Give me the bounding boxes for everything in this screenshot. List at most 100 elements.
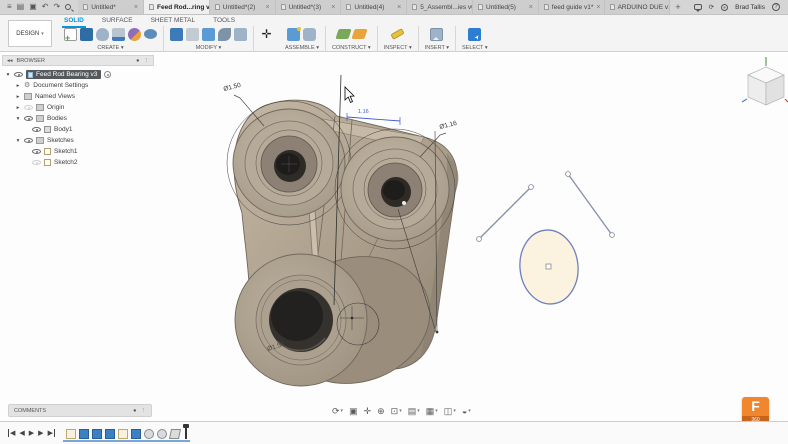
timeline-feature-extrude-icon[interactable] bbox=[79, 429, 89, 439]
redo-icon[interactable]: ↷ bbox=[54, 3, 61, 11]
shell-icon[interactable] bbox=[202, 28, 215, 41]
cylinder-icon[interactable] bbox=[96, 28, 109, 41]
step-forward-icon[interactable]: ▶ bbox=[38, 429, 43, 437]
timeline-feature-extrude-icon[interactable] bbox=[92, 429, 102, 439]
tree-item-origin[interactable]: ▸ Origin bbox=[2, 102, 154, 113]
timeline-feature-sketch-icon[interactable] bbox=[118, 429, 128, 439]
tree-item-sketches[interactable]: ▾ Sketches bbox=[2, 135, 154, 146]
tab-untitled-3[interactable]: Untitled*(3)× bbox=[276, 0, 342, 14]
timeline-feature-fillet-icon[interactable] bbox=[157, 429, 167, 439]
tab-close-icon[interactable]: × bbox=[266, 4, 270, 11]
twisty-icon[interactable]: ▾ bbox=[15, 138, 21, 144]
fillet-icon[interactable] bbox=[186, 28, 199, 41]
tree-item-sketch1[interactable]: Sketch1 bbox=[2, 146, 154, 157]
visibility-eye-icon[interactable] bbox=[32, 160, 41, 165]
inspect-menu[interactable]: INSPECT ▾ bbox=[384, 45, 412, 51]
twisty-icon[interactable]: ▸ bbox=[15, 105, 21, 111]
tree-item-document-settings[interactable]: ▸ ⚙ Document Settings bbox=[2, 80, 154, 91]
twisty-icon[interactable]: ▸ bbox=[15, 83, 21, 89]
fit-icon[interactable]: ⊡▾ bbox=[391, 406, 402, 417]
new-tab-button[interactable]: + bbox=[670, 0, 685, 14]
job-status-icon[interactable] bbox=[721, 4, 728, 11]
workspace-selector[interactable]: DESIGN ▾ bbox=[8, 20, 52, 47]
sphere-icon[interactable] bbox=[112, 28, 125, 41]
tab-close-icon[interactable]: × bbox=[529, 4, 533, 11]
collapse-icon[interactable]: ◂◂ bbox=[7, 58, 13, 64]
new-component-icon[interactable] bbox=[287, 28, 300, 41]
tab-untitled-4[interactable]: Untitled(4)× bbox=[341, 0, 407, 14]
kebab-menu-icon[interactable]: ⋮ bbox=[141, 408, 147, 414]
view-cube[interactable] bbox=[742, 57, 788, 105]
display-settings-icon[interactable]: ▤▾ bbox=[408, 406, 420, 417]
insert-canvas-icon[interactable] bbox=[430, 28, 443, 41]
visibility-eye-icon[interactable] bbox=[14, 72, 23, 77]
tab-untitled-5[interactable]: Untitled(5)× bbox=[473, 0, 539, 14]
tab-close-icon[interactable]: × bbox=[134, 4, 138, 11]
torus-icon[interactable] bbox=[128, 28, 141, 41]
tree-item-bodies[interactable]: ▾ Bodies bbox=[2, 113, 154, 124]
tab-assembly[interactable]: 5_Assembl...ies v6*× bbox=[407, 0, 473, 14]
coil-icon[interactable] bbox=[144, 29, 157, 39]
construct-menu[interactable]: CONSTRUCT ▾ bbox=[332, 45, 371, 51]
user-name[interactable]: Brad Tallis bbox=[735, 4, 765, 11]
combine-icon[interactable] bbox=[218, 28, 231, 41]
go-to-end-icon[interactable]: ▶ bbox=[48, 429, 55, 437]
offset-face-icon[interactable] bbox=[234, 28, 247, 41]
tree-item-named-views[interactable]: ▸ Named Views bbox=[2, 91, 154, 102]
look-at-icon[interactable]: ▣ bbox=[349, 406, 358, 417]
visibility-eye-icon[interactable] bbox=[24, 116, 33, 121]
tab-close-icon[interactable]: × bbox=[331, 4, 335, 11]
step-back-icon[interactable]: ◀ bbox=[19, 429, 24, 437]
twisty-icon[interactable]: ▾ bbox=[15, 116, 21, 122]
pan-icon[interactable]: ✛ bbox=[364, 406, 372, 417]
comments-bar[interactable]: COMMENTS ● ⋮ bbox=[8, 404, 152, 417]
timeline-feature-extrude-icon[interactable] bbox=[131, 429, 141, 439]
timeline-feature-fillet-icon[interactable] bbox=[144, 429, 154, 439]
timeline-feature-extrude-icon[interactable] bbox=[105, 429, 115, 439]
visibility-eye-icon[interactable] bbox=[24, 105, 33, 110]
browser-header[interactable]: ◂◂ BROWSER ● ⋮ bbox=[2, 55, 154, 66]
visibility-eye-icon[interactable] bbox=[24, 138, 33, 143]
joint-icon[interactable] bbox=[303, 28, 316, 41]
create-sketch-icon[interactable] bbox=[64, 28, 77, 41]
press-pull-icon[interactable] bbox=[170, 28, 183, 41]
go-to-start-icon[interactable]: ◀ bbox=[8, 429, 15, 437]
tree-root-document[interactable]: ▾ Feed Rod Bearing v3 bbox=[2, 69, 154, 80]
move-icon[interactable]: ✛ bbox=[260, 28, 273, 41]
offset-plane-icon[interactable] bbox=[335, 29, 351, 39]
measure-icon[interactable] bbox=[391, 28, 405, 40]
sketch-geometry[interactable] bbox=[477, 172, 615, 307]
modify-menu[interactable]: MODIFY ▾ bbox=[196, 45, 222, 51]
zoom-icon[interactable]: ⊕ bbox=[377, 406, 385, 417]
tab-arduino-due[interactable]: ARDUINO DUE v1*× bbox=[605, 0, 671, 14]
tab-untitled-1[interactable]: Untitled*× bbox=[78, 0, 144, 14]
kebab-menu-icon[interactable]: ⋮ bbox=[144, 58, 150, 64]
timeline-track[interactable] bbox=[63, 425, 190, 442]
timeline-feature-form-icon[interactable] bbox=[169, 429, 181, 439]
feedback-icon[interactable] bbox=[694, 4, 702, 10]
viewports-icon[interactable]: ◫▾ bbox=[444, 406, 456, 417]
angle-plane-icon[interactable] bbox=[351, 29, 367, 39]
insert-menu[interactable]: INSERT ▾ bbox=[425, 45, 449, 51]
sync-icon[interactable]: ⟳ bbox=[709, 3, 714, 11]
orbit-icon[interactable]: ⟳▾ bbox=[332, 406, 343, 417]
tree-item-body1[interactable]: Body1 bbox=[2, 124, 154, 135]
box-icon[interactable] bbox=[80, 28, 93, 41]
select-icon[interactable] bbox=[468, 28, 481, 41]
model-body[interactable]: Ø1.50 bbox=[227, 100, 458, 402]
timeline-position-marker[interactable] bbox=[185, 425, 187, 439]
app-menu-icon[interactable]: ≡ bbox=[7, 3, 12, 11]
tab-close-icon[interactable]: × bbox=[596, 4, 600, 11]
twisty-icon[interactable]: ▸ bbox=[15, 94, 21, 100]
ground-icon[interactable] bbox=[104, 71, 111, 78]
tree-item-sketch2[interactable]: Sketch2 bbox=[2, 157, 154, 168]
visibility-eye-icon[interactable] bbox=[32, 149, 41, 154]
timeline-feature-sketch-icon[interactable] bbox=[66, 429, 76, 439]
help-icon[interactable]: ? bbox=[772, 3, 780, 11]
play-icon[interactable]: ▶ bbox=[29, 429, 34, 437]
file-icon[interactable]: ▤ bbox=[17, 3, 25, 11]
visibility-eye-icon[interactable] bbox=[32, 127, 41, 132]
tab-untitled-2[interactable]: Untitled*(2)× bbox=[210, 0, 276, 14]
assemble-menu[interactable]: ASSEMBLE ▾ bbox=[285, 45, 319, 51]
search-icon[interactable] bbox=[65, 4, 71, 10]
